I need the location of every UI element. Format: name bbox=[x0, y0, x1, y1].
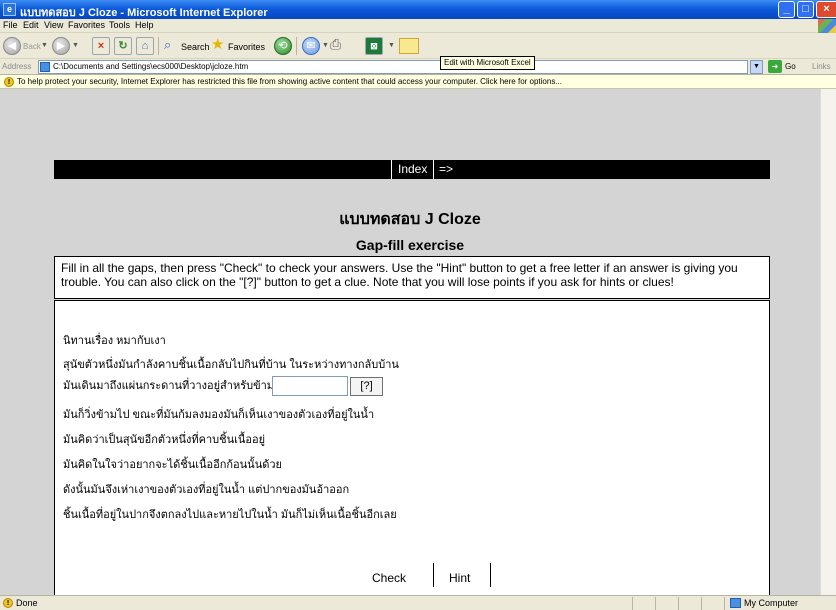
security-zone-label: My Computer bbox=[744, 598, 799, 608]
address-bar: Address C:\Documents and Settings\ecs000… bbox=[0, 59, 836, 75]
story-line: ดังนั้นมันจึงเห่าเงาของตัวเองที่อยู่ในน้… bbox=[63, 484, 350, 496]
favorites-star-icon[interactable]: ★ bbox=[211, 35, 224, 53]
ie-app-icon[interactable]: e bbox=[3, 3, 16, 16]
folder-icon[interactable] bbox=[399, 38, 419, 54]
back-arrow-icon[interactable]: ◀ bbox=[3, 37, 21, 55]
exercise-title: แบบทดสอบ J Cloze bbox=[339, 211, 481, 228]
info-shield-icon: ! bbox=[4, 77, 14, 87]
info-bar-text[interactable]: To help protect your security, Internet … bbox=[17, 77, 562, 86]
excel-icon[interactable]: ⊠ bbox=[365, 37, 383, 55]
menu-bar: File Edit View Favorites Tools Help bbox=[0, 19, 836, 33]
maximize-button[interactable]: □ bbox=[797, 1, 814, 18]
menu-file[interactable]: File bbox=[3, 20, 18, 30]
menu-favorites[interactable]: Favorites bbox=[68, 20, 105, 30]
toolbar-separator bbox=[296, 37, 297, 55]
tooltip: Edit with Microsoft Excel bbox=[440, 56, 535, 70]
vertical-scrollbar[interactable] bbox=[820, 89, 836, 595]
menu-edit[interactable]: Edit bbox=[23, 20, 39, 30]
toolbar: ◀ Back ▼ ▶ ▼ × ↻ ⌂ ⌕ Search ★ Favorites … bbox=[0, 33, 836, 59]
button-divider bbox=[433, 563, 434, 587]
story-line-with-gap: มันเดินมาถึงแผ่นกระดานที่วางอยู่สำหรับข้… bbox=[63, 376, 384, 397]
go-arrow-icon[interactable]: ➜ bbox=[768, 60, 782, 73]
go-button[interactable]: Go bbox=[785, 62, 796, 71]
story-line: มันเดินมาถึงแผ่นกระดานที่วางอยู่สำหรับข้… bbox=[63, 380, 275, 392]
security-info-bar[interactable]: ! To help protect your security, Interne… bbox=[0, 75, 836, 89]
story-panel: นิทานเรื่อง หมากับเงา สุนัขตัวหนึ่งมันกำ… bbox=[54, 300, 770, 595]
forward-dropdown-icon[interactable]: ▼ bbox=[72, 42, 79, 60]
back-label[interactable]: Back bbox=[23, 42, 41, 60]
toolbar-separator bbox=[158, 37, 159, 55]
story-line: มันคิดในใจว่าอยากจะได้ชิ้นเนื้ออีกก้อนนั… bbox=[63, 459, 282, 471]
status-divider bbox=[724, 597, 725, 610]
mail-dropdown-icon[interactable]: ▼ bbox=[322, 42, 329, 60]
menu-tools[interactable]: Tools bbox=[109, 20, 130, 30]
nav-bar: Index => bbox=[54, 160, 770, 179]
story-line: นิทานเรื่อง หมากับเงา bbox=[63, 335, 166, 347]
computer-zone-icon bbox=[730, 598, 741, 608]
minimize-button[interactable]: _ bbox=[778, 1, 795, 18]
address-value[interactable]: C:\Documents and Settings\ecs000\Desktop… bbox=[53, 62, 248, 71]
status-divider bbox=[655, 597, 656, 610]
check-button[interactable]: Check bbox=[372, 571, 406, 585]
hint-button[interactable]: Hint bbox=[449, 571, 470, 585]
clue-button[interactable]: [?] bbox=[350, 376, 384, 396]
edit-dropdown-icon[interactable]: ▼ bbox=[388, 42, 395, 60]
story-line: ชิ้นเนื้อที่อยู่ในปากจึงตกลงไปและหายไปใน… bbox=[63, 509, 397, 521]
menu-view[interactable]: View bbox=[44, 20, 63, 30]
exercise-subtitle: Gap-fill exercise bbox=[355, 237, 465, 253]
status-divider bbox=[701, 597, 702, 610]
page-icon bbox=[40, 62, 50, 72]
forward-arrow-icon[interactable]: ▶ bbox=[52, 37, 70, 55]
menu-help[interactable]: Help bbox=[135, 20, 154, 30]
instructions-box: Fill in all the gaps, then press "Check"… bbox=[54, 256, 770, 299]
status-divider bbox=[632, 597, 633, 610]
page-content: Index => แบบทดสอบ J Cloze Gap-fill exerc… bbox=[0, 89, 820, 595]
status-page-icon: ! bbox=[3, 598, 13, 608]
close-button[interactable]: × bbox=[816, 1, 836, 18]
back-dropdown-icon[interactable]: ▼ bbox=[41, 42, 48, 60]
search-label[interactable]: Search bbox=[181, 42, 210, 60]
status-text: Done bbox=[16, 598, 38, 608]
links-button[interactable]: Links bbox=[812, 62, 831, 71]
home-icon[interactable]: ⌂ bbox=[136, 37, 154, 55]
refresh-icon[interactable]: ↻ bbox=[114, 37, 132, 55]
button-divider bbox=[490, 563, 491, 587]
address-input[interactable]: C:\Documents and Settings\ecs000\Desktop… bbox=[38, 60, 748, 74]
search-icon[interactable]: ⌕ bbox=[164, 37, 171, 55]
history-icon[interactable]: ⟲ bbox=[274, 37, 292, 55]
windows-logo-icon bbox=[818, 19, 836, 33]
mail-icon[interactable]: ✉ bbox=[302, 37, 320, 55]
print-icon[interactable]: ⎙ bbox=[330, 36, 341, 54]
status-divider bbox=[678, 597, 679, 610]
gap-input[interactable] bbox=[272, 376, 349, 397]
title-bar: e แบบทดสอบ J Cloze - Microsoft Internet … bbox=[0, 0, 836, 19]
nav-index-link[interactable]: Index bbox=[391, 160, 435, 179]
status-bar: ! Done My Computer bbox=[0, 595, 836, 610]
story-line: มันก็วิ่งข้ามไป ขณะที่มันก้มลงมองมันก็เห… bbox=[63, 409, 375, 421]
favorites-label[interactable]: Favorites bbox=[228, 42, 265, 60]
address-dropdown-icon[interactable]: ▼ bbox=[750, 60, 763, 74]
stop-icon[interactable]: × bbox=[92, 37, 110, 55]
nav-next-link[interactable]: => bbox=[435, 160, 457, 179]
story-line: สุนัขตัวหนึ่งมันกำลังคาบชิ้นเนื้อกลับไปก… bbox=[63, 359, 399, 371]
address-label: Address bbox=[2, 62, 32, 71]
story-line: มันคิดว่าเป็นสุนัขอีกตัวหนึ่งที่คาบชิ้นเ… bbox=[63, 434, 266, 446]
